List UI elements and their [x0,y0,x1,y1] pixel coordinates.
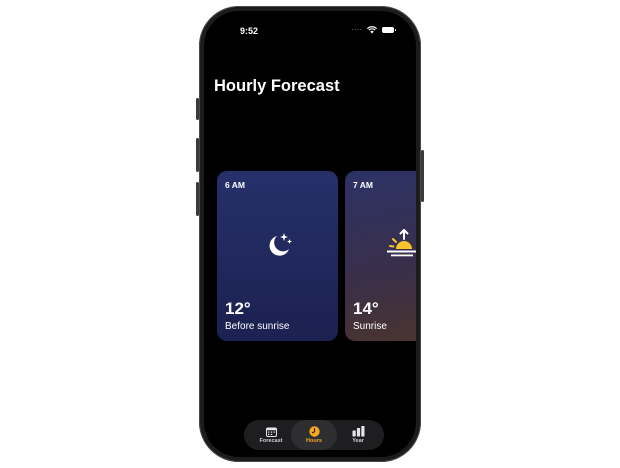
power-button [421,150,424,202]
wifi-icon [367,26,377,34]
tab-year[interactable]: Year [335,420,381,450]
bar-chart-icon [352,426,364,437]
card-time: 7 AM [353,180,373,190]
card-time: 6 AM [225,180,245,190]
tab-label: Hours [306,438,322,444]
card-description: Sunrise [353,321,387,332]
tab-label: Year [352,438,364,444]
tab-hours[interactable]: Hours [291,420,337,450]
hour-card-6am[interactable]: 6 AM 12° Before sunrise [217,171,338,341]
status-time: 9:52 [240,26,259,36]
card-temperature: 12° [225,299,251,318]
tab-label: Forecast [259,437,283,444]
hour-card-7am[interactable]: 7 AM 14° Sunrise [345,171,416,341]
battery-icon [382,27,396,33]
page-title: Hourly Forecast [214,77,340,95]
screen: 9:52 ···· Hourly Forecast 6 AM 12° Befor… [204,11,416,457]
stage: 9:52 ···· Hourly Forecast 6 AM 12° Befor… [0,0,620,468]
status-icons: ···· [351,25,396,34]
sunrise-icon [387,229,416,257]
moon-stars-icon [269,233,292,256]
card-description: Before sunrise [225,321,290,332]
phone-frame: 9:52 ···· Hourly Forecast 6 AM 12° Befor… [199,6,421,462]
tab-forecast[interactable]: Forecast [248,420,294,450]
card-temperature: 14° [353,299,379,318]
tab-bar: Forecast Hours Year [244,420,384,450]
signal-dots-icon: ···· [351,25,362,34]
clock-icon [308,426,320,437]
calendar-icon [265,427,277,437]
